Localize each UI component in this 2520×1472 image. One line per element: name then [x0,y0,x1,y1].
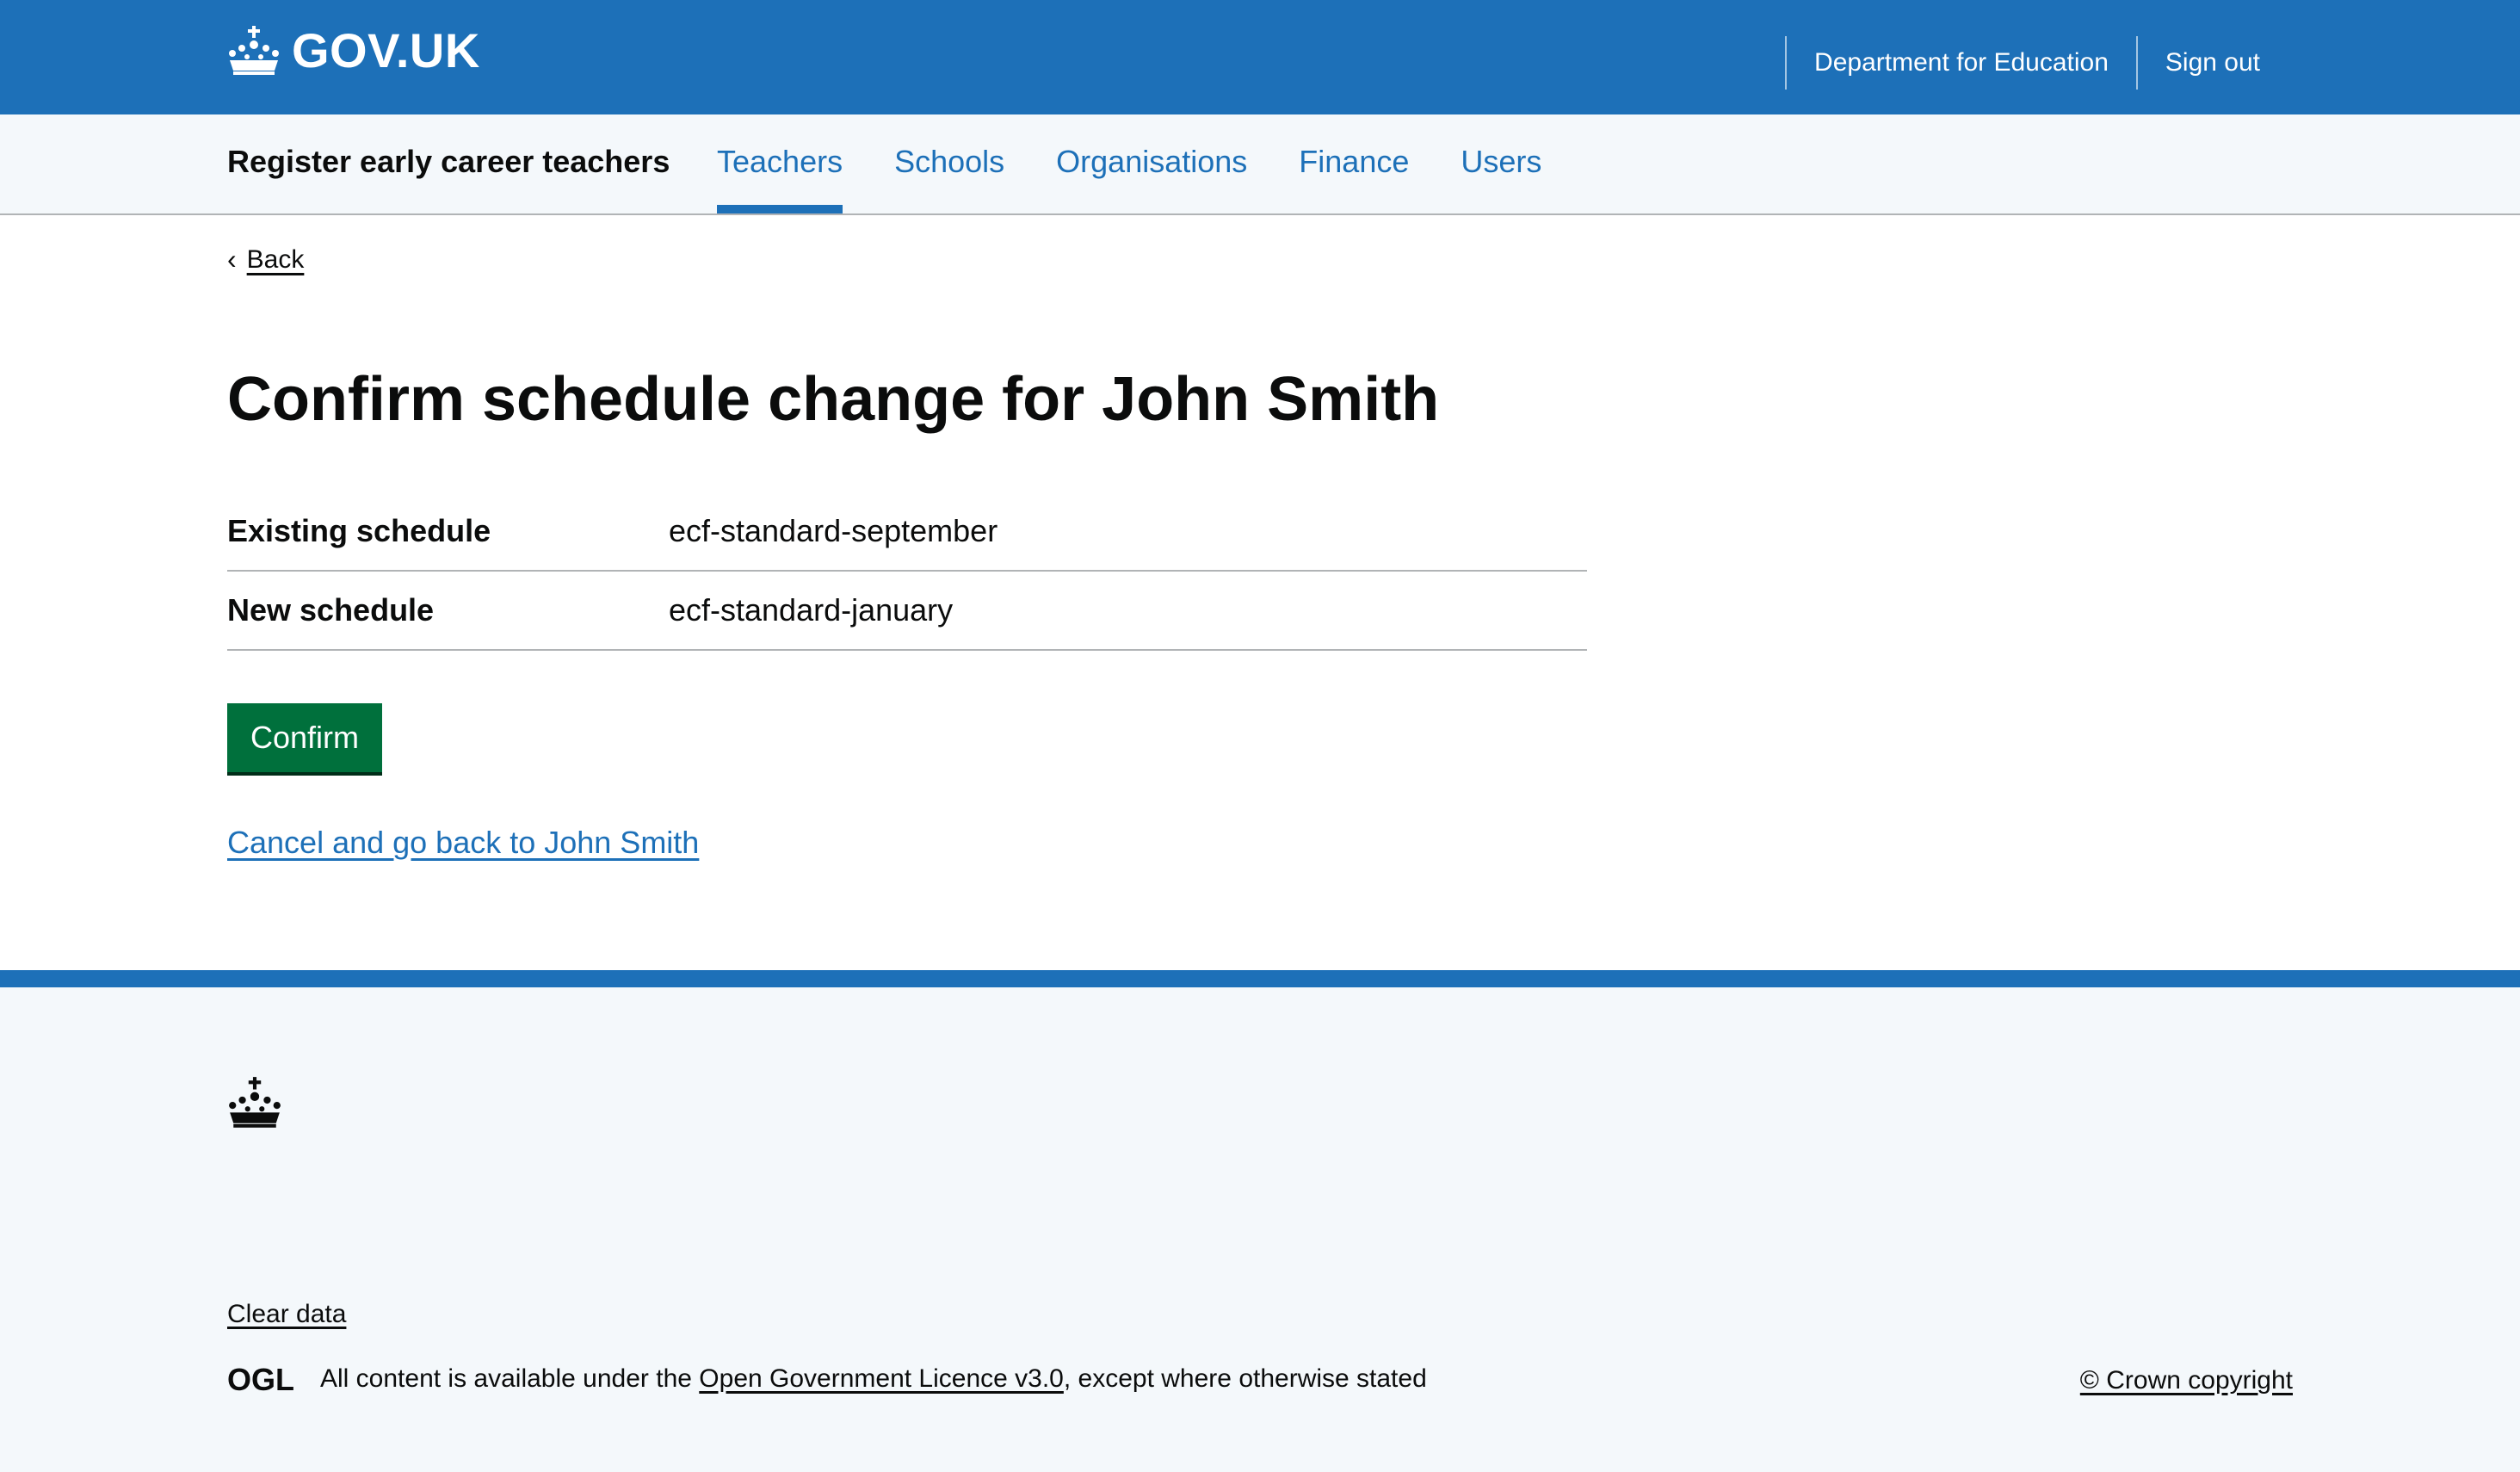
nav-item-users[interactable]: Users [1461,114,1541,213]
header-nav-department[interactable]: Department for Education [1785,36,2136,90]
copyright-link[interactable]: © Crown copyright [2080,1366,2293,1395]
summary-value: ecf-standard-january [669,592,954,628]
crown-icon [229,1077,281,1128]
cancel-link[interactable]: Cancel and go back to John Smith [227,825,699,861]
service-nav-items: Teachers Schools Organisations Finance U… [717,114,1593,213]
chevron-left-icon: ‹ [227,244,237,275]
crown-icon [229,26,279,75]
clear-data-link[interactable]: Clear data [227,1300,346,1329]
nav-item-teachers[interactable]: Teachers [717,114,843,213]
site-header: GOV.UK Department for Education Sign out [0,0,2520,114]
licence-suffix: , except where otherwise stated [1063,1364,1427,1393]
licence-link[interactable]: Open Government Licence v3.0 [699,1364,1064,1394]
summary-row: Existing schedule ecf-standard-september [227,492,1587,572]
summary-list: Existing schedule ecf-standard-september… [227,492,1587,651]
ogl-logo-text: OGL [227,1364,294,1394]
licence-row: OGL All content is available under the O… [227,1364,1427,1394]
header-nav: Department for Education Sign out [1785,36,2288,90]
summary-key: Existing schedule [227,513,491,548]
summary-value: ecf-standard-september [669,513,998,548]
site-footer: Clear data OGL All content is available … [0,970,2520,1472]
logo-text: GOV.UK [292,22,480,77]
summary-key: New schedule [227,592,435,628]
nav-item-schools[interactable]: Schools [894,114,1004,213]
back-link[interactable]: ‹ Back [227,244,304,275]
service-name[interactable]: Register early career teachers [227,144,670,180]
nav-item-finance[interactable]: Finance [1299,114,1409,213]
back-link-label: Back [246,244,305,274]
sign-out-link[interactable]: Sign out [2135,36,2288,90]
service-navigation: Register early career teachers Teachers … [0,114,2520,215]
confirm-button[interactable]: Confirm [227,703,382,772]
govuk-logo-link[interactable]: GOV.UK [226,22,480,77]
licence-prefix: All content is available under the [320,1364,692,1393]
ogl-logo-icon: OGL [227,1364,294,1394]
page-title: Confirm schedule change for John Smith [227,365,1440,434]
summary-row: New schedule ecf-standard-january [227,572,1587,651]
nav-item-organisations[interactable]: Organisations [1056,114,1247,213]
